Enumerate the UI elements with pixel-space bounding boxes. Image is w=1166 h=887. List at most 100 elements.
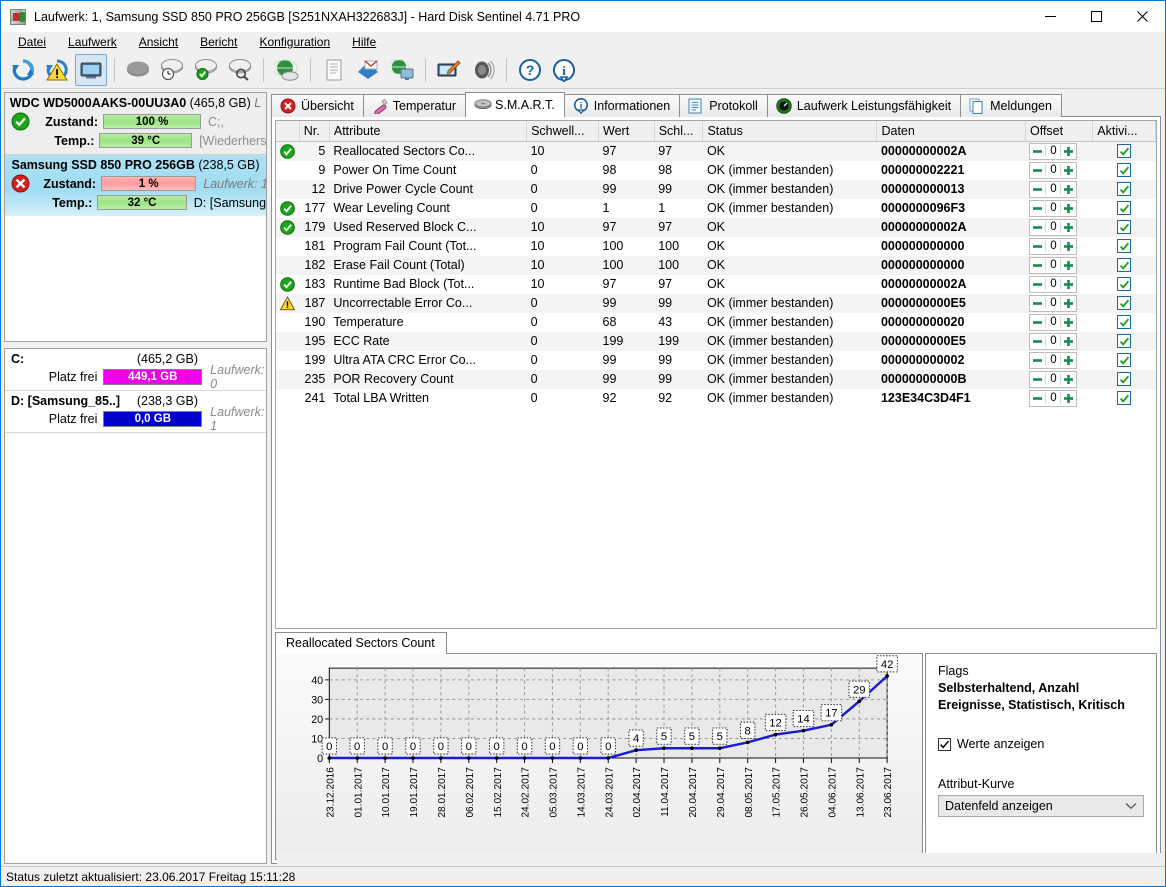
- row-offset[interactable]: 0: [1025, 237, 1092, 256]
- show-values-row[interactable]: Werte anzeigen: [938, 737, 1144, 751]
- row-aktiv-checkbox[interactable]: [1117, 163, 1131, 177]
- document-icon[interactable]: [318, 54, 350, 86]
- offset-decrement-button[interactable]: [1030, 372, 1045, 387]
- offset-increment-button[interactable]: [1061, 277, 1076, 292]
- offset-decrement-button[interactable]: [1030, 144, 1045, 159]
- offset-increment-button[interactable]: [1061, 391, 1076, 406]
- offset-decrement-button[interactable]: [1030, 220, 1045, 235]
- chart-tab-reallocated[interactable]: Reallocated Sectors Count: [275, 632, 447, 654]
- tab-smart[interactable]: S.M.A.R.T.: [465, 92, 565, 117]
- offset-increment-button[interactable]: [1061, 296, 1076, 311]
- table-row[interactable]: 187Uncorrectable Error Co...09999OK (imm…: [276, 294, 1156, 313]
- menu-ansicht[interactable]: Ansicht: [128, 33, 189, 51]
- menu-laufwerk[interactable]: Laufwerk: [57, 33, 128, 51]
- warning-icon[interactable]: [41, 54, 73, 86]
- row-aktiv-checkbox[interactable]: [1117, 353, 1131, 367]
- col-icon[interactable]: [276, 121, 299, 141]
- row-aktiv-checkbox[interactable]: [1117, 220, 1131, 234]
- row-offset[interactable]: 0: [1025, 161, 1092, 180]
- edit-monitor-icon[interactable]: [433, 54, 465, 86]
- show-values-checkbox[interactable]: [938, 738, 951, 751]
- row-offset[interactable]: 0: [1025, 332, 1092, 351]
- row-aktiv-checkbox[interactable]: [1117, 334, 1131, 348]
- minimize-button[interactable]: [1027, 1, 1073, 31]
- row-aktiv[interactable]: [1093, 218, 1156, 237]
- disk-ok-icon[interactable]: [190, 54, 222, 86]
- offset-increment-button[interactable]: [1061, 258, 1076, 273]
- col-nr[interactable]: Nr.: [299, 121, 329, 141]
- help-icon[interactable]: ?: [514, 54, 546, 86]
- offset-increment-button[interactable]: [1061, 315, 1076, 330]
- row-offset[interactable]: 0: [1025, 389, 1092, 408]
- drive-item-0[interactable]: WDC WD5000AAKS-00UU3A0 (465,8 GB) L Zust…: [5, 93, 266, 155]
- row-offset[interactable]: 0: [1025, 351, 1092, 370]
- row-offset[interactable]: 0: [1025, 313, 1092, 332]
- offset-increment-button[interactable]: [1061, 163, 1076, 178]
- table-row[interactable]: 5Reallocated Sectors Co...109797OK000000…: [276, 141, 1156, 161]
- offset-increment-button[interactable]: [1061, 334, 1076, 349]
- row-offset[interactable]: 0: [1025, 294, 1092, 313]
- horizontal-scrollbar[interactable]: [277, 853, 1161, 864]
- table-row[interactable]: 179Used Reserved Block C...109797OK00000…: [276, 218, 1156, 237]
- attribute-curve-select[interactable]: Datenfeld anzeigen: [938, 795, 1144, 817]
- offset-increment-button[interactable]: [1061, 220, 1076, 235]
- tab-protokoll[interactable]: Protokoll: [679, 94, 768, 117]
- col-attribute[interactable]: Attribute: [329, 121, 526, 141]
- table-row[interactable]: 199Ultra ATA CRC Error Co...09999OK (imm…: [276, 351, 1156, 370]
- offset-increment-button[interactable]: [1061, 353, 1076, 368]
- mail-send-icon[interactable]: [352, 54, 384, 86]
- offset-decrement-button[interactable]: [1030, 163, 1045, 178]
- drive-item-1[interactable]: Samsung SSD 850 PRO 256GB (238,5 GB) Zus…: [5, 155, 266, 216]
- col-wert[interactable]: Wert: [599, 121, 655, 141]
- offset-decrement-button[interactable]: [1030, 391, 1045, 406]
- row-aktiv[interactable]: [1093, 275, 1156, 294]
- chart-box[interactable]: 10203040023.12.201601.01.201710.01.20171…: [275, 654, 923, 860]
- globe-monitor-icon[interactable]: [386, 54, 418, 86]
- row-offset[interactable]: 0: [1025, 141, 1092, 161]
- menu-konfiguration[interactable]: Konfiguration: [248, 33, 341, 51]
- row-aktiv-checkbox[interactable]: [1117, 182, 1131, 196]
- tab-leistungsfaehigkeit[interactable]: Laufwerk Leistungsfähigkeit: [767, 94, 961, 117]
- row-offset[interactable]: 0: [1025, 180, 1092, 199]
- offset-decrement-button[interactable]: [1030, 353, 1045, 368]
- row-aktiv[interactable]: [1093, 141, 1156, 161]
- col-aktiv[interactable]: Aktivi...: [1093, 121, 1156, 141]
- partition-item-0[interactable]: C: (465,2 GB) Platz frei 449,1 GB Laufwe…: [5, 349, 266, 391]
- row-aktiv[interactable]: [1093, 294, 1156, 313]
- offset-decrement-button[interactable]: [1030, 315, 1045, 330]
- row-aktiv-checkbox[interactable]: [1117, 239, 1131, 253]
- offset-decrement-button[interactable]: [1030, 277, 1045, 292]
- col-offset[interactable]: Offset: [1025, 121, 1092, 141]
- offset-increment-button[interactable]: [1061, 182, 1076, 197]
- table-row[interactable]: 195ECC Rate0199199OK (immer bestanden)00…: [276, 332, 1156, 351]
- info-icon[interactable]: i: [548, 54, 580, 86]
- menu-hilfe[interactable]: Hilfe: [341, 33, 387, 51]
- table-row[interactable]: 183Runtime Bad Block (Tot...109797OK0000…: [276, 275, 1156, 294]
- row-aktiv[interactable]: [1093, 161, 1156, 180]
- row-aktiv-checkbox[interactable]: [1117, 277, 1131, 291]
- disk-dark-icon[interactable]: [122, 54, 154, 86]
- row-aktiv[interactable]: [1093, 180, 1156, 199]
- table-row[interactable]: 9Power On Time Count09898OK (immer besta…: [276, 161, 1156, 180]
- row-aktiv[interactable]: [1093, 370, 1156, 389]
- menu-datei[interactable]: Datei: [7, 33, 57, 51]
- offset-increment-button[interactable]: [1061, 201, 1076, 216]
- row-aktiv[interactable]: [1093, 199, 1156, 218]
- table-row[interactable]: 241Total LBA Written09292OK (immer besta…: [276, 389, 1156, 408]
- table-row[interactable]: 12Drive Power Cycle Count09999OK (immer …: [276, 180, 1156, 199]
- partition-item-1[interactable]: D: [Samsung_85..] (238,3 GB) Platz frei …: [5, 391, 266, 433]
- globe-disk-icon[interactable]: [271, 54, 303, 86]
- offset-decrement-button[interactable]: [1030, 258, 1045, 273]
- table-row[interactable]: 181Program Fail Count (Tot...10100100OK0…: [276, 237, 1156, 256]
- table-row[interactable]: 177Wear Leveling Count011OK (immer besta…: [276, 199, 1156, 218]
- offset-decrement-button[interactable]: [1030, 296, 1045, 311]
- close-button[interactable]: [1119, 1, 1165, 31]
- tab-temperatur[interactable]: Temperatur: [363, 94, 466, 117]
- maximize-button[interactable]: [1073, 1, 1119, 31]
- offset-decrement-button[interactable]: [1030, 334, 1045, 349]
- row-aktiv-checkbox[interactable]: [1117, 258, 1131, 272]
- offset-increment-button[interactable]: [1061, 239, 1076, 254]
- row-aktiv[interactable]: [1093, 332, 1156, 351]
- offset-decrement-button[interactable]: [1030, 201, 1045, 216]
- table-row[interactable]: 190Temperature06843OK (immer bestanden)0…: [276, 313, 1156, 332]
